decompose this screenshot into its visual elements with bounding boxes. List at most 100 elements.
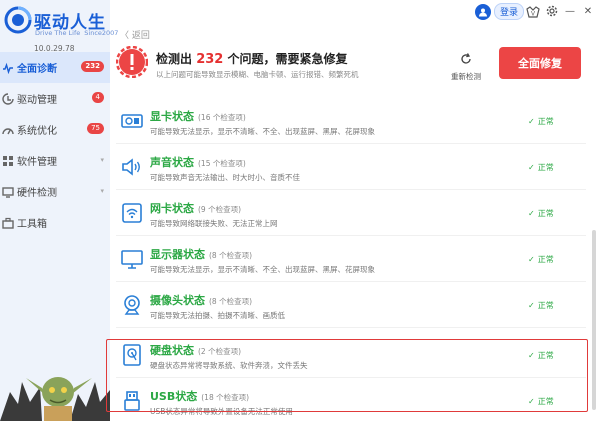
status-text: 正常 [537,163,554,172]
settings-button[interactable] [544,3,560,19]
hardware-icon [2,186,14,198]
issue-count: 232 [196,52,224,67]
speaker-icon [122,158,140,176]
row-desc: 可能导致声音无法输出、时大时小、音质不佳 [150,173,300,182]
headline-prefix: 检测出 [156,52,193,66]
sidebar-item-label: 驱动管理 [17,95,57,106]
row-count: (15 个检查项) [198,159,246,168]
row-count: (16 个检查项) [198,113,246,122]
list-item: 声音状态 (15 个检查项) 可能导致声音无法输出、时大时小、音质不佳 ✓ 正常 [116,144,586,190]
sidebar-item-software[interactable]: 软件管理 ▾ [0,145,110,176]
scan-summary: 检测出 232 个问题，需要紧急修复 以上问题可能导致显示模糊、电脑卡顿、运行报… [116,44,596,88]
row-title-text: 摄像头状态 [150,294,205,307]
vip-label: V [531,12,535,18]
sidebar-item-optimize[interactable]: 系统优化 75 [0,114,110,145]
optimize-count-badge: 75 [87,123,104,134]
row-desc: 可能导致无法拍摄、拍摄不清晰、画质低 [150,311,285,320]
check-icon: ✓ [528,255,535,264]
status-text: 正常 [537,117,554,126]
status-ok: ✓ 正常 [528,116,554,127]
row-title-text: 显示器状态 [150,248,205,261]
optimize-icon [2,124,14,136]
login-label: 登录 [494,3,525,20]
chevron-down-icon: ▾ [100,156,104,164]
sidebar-item-hardware[interactable]: 硬件检测 ▾ [0,176,110,207]
list-item: 摄像头状态 (8 个检查项) 可能导致无法拍摄、拍摄不清晰、画质低 ✓ 正常 [116,282,586,328]
row-count: (8 个检查项) [209,251,253,260]
software-icon [2,155,14,167]
highlight-box [106,339,588,412]
row-title: 摄像头状态 (8 个检查项) [150,292,252,308]
check-icon: ✓ [528,209,535,218]
vip-icon[interactable]: V [525,4,541,20]
status-text: 正常 [537,301,554,310]
sidebar-item-toolbox[interactable]: 工具箱 [0,207,110,238]
gpu-icon [121,114,143,128]
row-desc: 可能导致无法显示，显示不清晰、不全、出现蓝屏、黑屏、花屏现象 [150,127,375,136]
sidebar-item-label: 硬件检测 [17,188,57,199]
sidebar-item-driver[interactable]: 驱动管理 4 [0,83,110,114]
row-title: 显示器状态 (8 个检查项) [150,246,252,262]
row-count: (9 个检查项) [198,205,242,214]
row-desc: 可能导致网络联接失败、无法正常上网 [150,219,278,228]
toolbox-icon [2,217,14,229]
back-link[interactable]: 〈 返回 [120,28,150,41]
fix-all-button[interactable]: 全面修复 [499,47,581,79]
wifi-icon [122,203,142,223]
driver-count-badge: 4 [91,92,104,103]
logo-icon [4,6,32,34]
headline-suffix: 个问题，需要紧急修复 [227,52,348,66]
row-title-text: 网卡状态 [150,202,194,215]
sidebar-item-label: 系统优化 [17,126,57,137]
list-item: 网卡状态 (9 个检查项) 可能导致网络联接失败、无法正常上网 ✓ 正常 [116,190,586,236]
row-title: 声音状态 (15 个检查项) [150,154,246,170]
issue-headline: 检测出 232 个问题，需要紧急修复 [156,50,348,67]
check-icon: ✓ [528,301,535,310]
app-logo: 驱动人生 Drive The Life Since2007 10.0.29.78 [4,6,118,53]
monitor-icon [121,250,143,269]
close-button[interactable]: ✕ [580,3,596,19]
row-title-text: 声音状态 [150,156,194,169]
row-desc: 可能导致无法显示，显示不清晰、不全、出现蓝屏、黑屏、花屏现象 [150,265,375,274]
login-button[interactable]: 登录 [475,3,525,20]
chevron-down-icon: ▾ [100,187,104,195]
user-avatar-icon [475,3,491,20]
rescan-label: 重新检测 [451,72,481,81]
sidebar-item-label: 全面诊断 [17,64,57,75]
list-item: 显示器状态 (8 个检查项) 可能导致无法显示，显示不清晰、不全、出现蓝屏、黑屏、… [116,236,586,282]
row-title: 显卡状态 (16 个检查项) [150,108,246,124]
check-icon: ✓ [528,163,535,172]
row-title-text: 显卡状态 [150,110,194,123]
app-slogan: Drive The Life Since2007 [35,29,118,37]
issue-count-badge: 232 [81,61,104,72]
mascot-illustration [0,377,110,421]
sidebar-item-label: 工具箱 [17,219,47,230]
webcam-icon [124,295,140,315]
list-item: 显卡状态 (16 个检查项) 可能导致无法显示，显示不清晰、不全、出现蓝屏、黑屏、… [116,98,586,144]
row-title: 网卡状态 (9 个检查项) [150,200,241,216]
slogan-text: Drive The Life [35,29,81,37]
stethoscope-icon [2,62,14,74]
status-ok: ✓ 正常 [528,254,554,265]
row-count: (8 个检查项) [209,297,253,306]
title-bar: 登录 V — ✕ [110,0,600,24]
check-icon: ✓ [528,117,535,126]
status-ok: ✓ 正常 [528,162,554,173]
status-text: 正常 [537,209,554,218]
sidebar-item-label: 软件管理 [17,157,57,168]
sidebar-item-diagnose[interactable]: 全面诊断 232 [0,52,110,83]
minimize-button[interactable]: — [562,3,578,19]
status-ok: ✓ 正常 [528,300,554,311]
sidebar-nav: 全面诊断 232 驱动管理 4 系统优化 75 软件管理 ▾ 硬件检测 ▾ 工具… [0,52,110,238]
list-scrollbar[interactable] [592,230,596,410]
driver-icon [2,92,14,105]
refresh-icon [461,53,471,64]
status-text: 正常 [537,255,554,264]
slogan-year: Since2007 [84,29,119,37]
rescan-button[interactable]: 重新检测 [446,50,486,82]
sidebar: 驱动人生 Drive The Life Since2007 10.0.29.78 … [0,0,118,421]
warning-gear-icon [116,46,148,78]
gear-icon [546,5,558,17]
issue-subtitle: 以上问题可能导致显示模糊、电脑卡顿、运行报错、频繁死机 [156,70,359,79]
status-ok: ✓ 正常 [528,208,554,219]
